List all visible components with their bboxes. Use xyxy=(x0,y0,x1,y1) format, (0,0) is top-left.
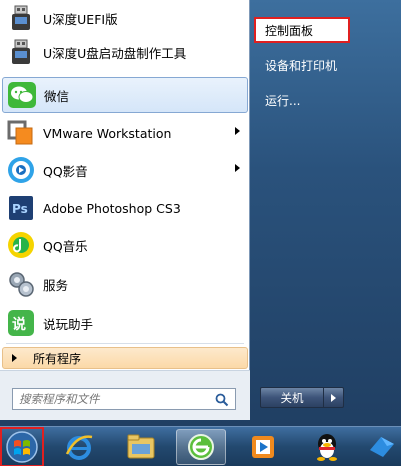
divider xyxy=(6,343,244,344)
media-player-icon[interactable] xyxy=(238,429,288,465)
programs-pane: U深度UEFI版 U深度U盘启动盘制作工具 微信 VMware Workstat… xyxy=(0,0,250,420)
vmware-icon xyxy=(6,118,36,148)
expand-arrow-icon xyxy=(12,354,17,362)
submenu-arrow-icon xyxy=(235,164,240,172)
program-label: 说玩助手 xyxy=(43,316,94,332)
start-button[interactable] xyxy=(0,427,44,466)
program-item-udeepin-usb-tool[interactable]: U深度U盘启动盘制作工具 xyxy=(2,34,248,70)
search-area xyxy=(0,370,250,420)
feishu-icon[interactable] xyxy=(362,429,401,465)
shutdown-label: 关机 xyxy=(280,390,304,405)
program-item-photoshop[interactable]: Ps Adobe Photoshop CS3 xyxy=(2,190,248,226)
photoshop-icon: Ps xyxy=(6,193,36,223)
submenu-arrow-icon xyxy=(235,127,240,135)
program-item-udeepin-uefi[interactable]: U深度UEFI版 xyxy=(2,0,248,36)
shutdown-group: 关机 xyxy=(260,387,344,408)
control-panel-link[interactable]: 控制面板 xyxy=(254,17,350,43)
wechat-icon xyxy=(7,80,37,110)
chevron-right-icon xyxy=(331,393,336,402)
program-item-wechat[interactable]: 微信 xyxy=(2,77,248,113)
qq-music-icon xyxy=(6,230,36,260)
devices-printers-link[interactable]: 设备和打印机 xyxy=(256,52,392,78)
file-explorer-icon[interactable] xyxy=(116,429,166,465)
taskbar xyxy=(0,426,401,466)
search-box[interactable] xyxy=(12,388,236,410)
shuowan-icon: 说 xyxy=(6,308,36,338)
program-label: 微信 xyxy=(44,88,70,104)
program-label: QQ影音 xyxy=(43,163,88,179)
program-label: QQ音乐 xyxy=(43,238,88,254)
program-label: U深度U盘启动盘制作工具 xyxy=(43,45,187,61)
control-panel-label: 控制面板 xyxy=(265,23,314,38)
windows-orb-icon xyxy=(6,431,38,463)
program-item-qq-player[interactable]: QQ影音 xyxy=(2,152,248,188)
shutdown-options-button[interactable] xyxy=(324,387,344,408)
360-browser-icon[interactable] xyxy=(176,429,226,465)
svg-text:Ps: Ps xyxy=(12,202,28,216)
services-gear-icon xyxy=(6,269,36,299)
program-item-shuowan[interactable]: 说 说玩助手 xyxy=(2,305,248,341)
search-icon[interactable] xyxy=(215,393,229,410)
program-item-services[interactable]: 服务 xyxy=(2,266,248,302)
internet-explorer-icon[interactable] xyxy=(54,429,104,465)
program-item-qq-music[interactable]: QQ音乐 xyxy=(2,227,248,263)
program-label: 服务 xyxy=(43,277,69,293)
program-label: U深度UEFI版 xyxy=(43,11,118,27)
qq-player-icon xyxy=(6,155,36,185)
all-programs-button[interactable]: 所有程序 xyxy=(2,347,248,369)
svg-text:说: 说 xyxy=(12,316,26,333)
usb-drive-icon xyxy=(6,37,36,67)
shutdown-button[interactable]: 关机 xyxy=(260,387,324,408)
program-label: VMware Workstation xyxy=(43,125,172,141)
run-link[interactable]: 运行... xyxy=(256,87,392,113)
qq-penguin-icon[interactable] xyxy=(302,429,352,465)
program-label: Adobe Photoshop CS3 xyxy=(43,200,181,216)
devices-printers-label: 设备和打印机 xyxy=(265,58,338,73)
search-input[interactable] xyxy=(19,390,209,408)
program-item-vmware[interactable]: VMware Workstation xyxy=(2,115,248,151)
start-menu: U深度UEFI版 U深度U盘启动盘制作工具 微信 VMware Workstat… xyxy=(0,0,401,426)
run-label: 运行... xyxy=(265,93,301,108)
all-programs-label: 所有程序 xyxy=(33,351,82,366)
usb-drive-icon xyxy=(6,3,36,33)
